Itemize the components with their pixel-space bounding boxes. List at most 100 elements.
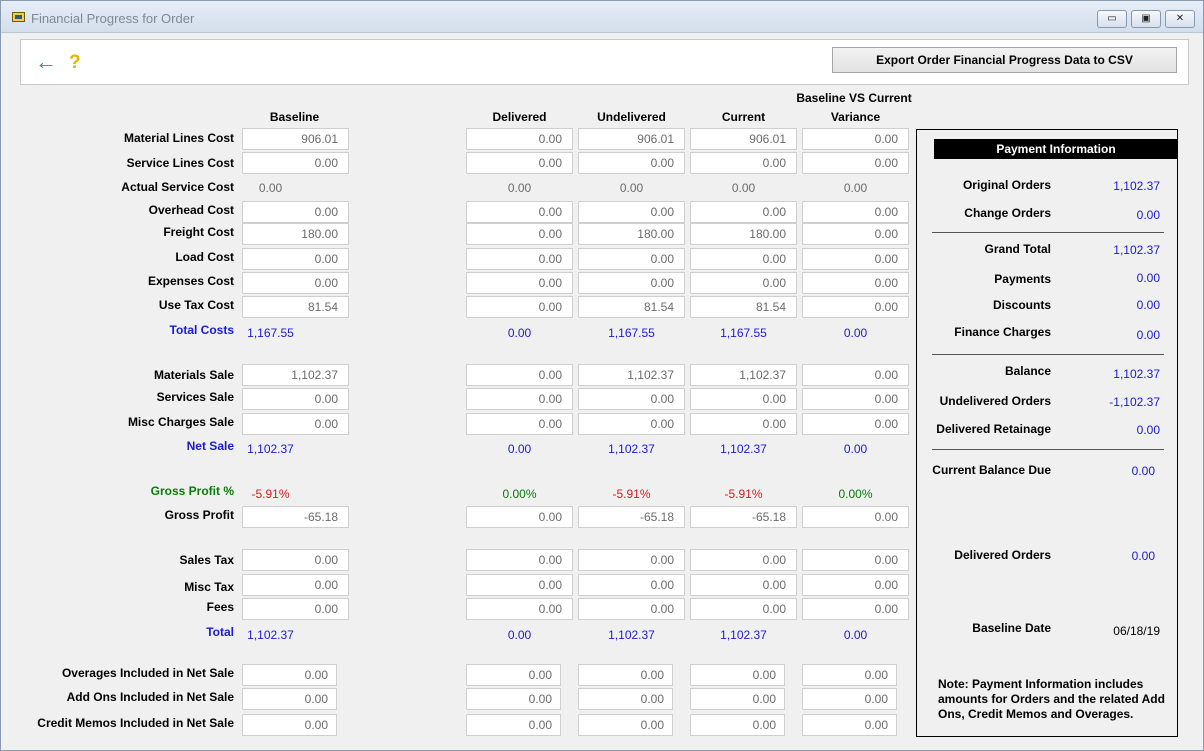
help-icon[interactable]: ? (69, 53, 81, 73)
gross-profit-label: Gross Profit (164, 508, 234, 522)
misc-tax-baseline-value[interactable]: 0.00 (242, 574, 349, 596)
expenses-cost-undelivered-value[interactable]: 0.00 (578, 272, 685, 294)
misc-tax-current-value[interactable]: 0.00 (690, 574, 797, 596)
misc-tax-delivered-value[interactable]: 0.00 (466, 574, 573, 596)
maximize-button[interactable]: ▣ (1131, 10, 1161, 28)
services-sale-delivered-value[interactable]: 0.00 (466, 388, 573, 410)
service-lines-cost-baseline-value[interactable]: 0.00 (242, 152, 349, 174)
gross-profit-current-value[interactable]: -65.18 (690, 506, 797, 528)
minimize-button[interactable]: ▭ (1097, 10, 1127, 28)
service-lines-cost-variance-value[interactable]: 0.00 (802, 152, 909, 174)
gross-profit-delivered-value[interactable]: 0.00 (466, 506, 573, 528)
freight-cost-variance-value[interactable]: 0.00 (802, 223, 909, 245)
service-lines-cost-current-value[interactable]: 0.00 (690, 152, 797, 174)
material-lines-cost-current-value[interactable]: 906.01 (690, 128, 797, 150)
fees-current-value[interactable]: 0.00 (690, 598, 797, 620)
sales-tax-delivered-value[interactable]: 0.00 (466, 549, 573, 571)
misc-tax-undelivered-value[interactable]: 0.00 (578, 574, 685, 596)
back-arrow-icon[interactable]: ← (35, 51, 57, 73)
materials-sale-current-value[interactable]: 1,102.37 (690, 364, 797, 386)
gross-profit-pct-delivered-value: 0.00% (502, 487, 537, 501)
expenses-cost-baseline-value[interactable]: 0.00 (242, 272, 349, 294)
material-lines-cost-delivered-value[interactable]: 0.00 (466, 128, 573, 150)
misc-charges-sale-current-value[interactable]: 0.00 (690, 413, 797, 435)
expenses-cost-delivered-value[interactable]: 0.00 (466, 272, 573, 294)
freight-cost-baseline-value[interactable]: 180.00 (242, 223, 349, 245)
freight-cost-undelivered-value[interactable]: 180.00 (578, 223, 685, 245)
credit-memos-baseline-value[interactable]: 0.00 (242, 714, 337, 736)
material-lines-cost-baseline-value[interactable]: 906.01 (242, 128, 349, 150)
add-ons-delivered-value[interactable]: 0.00 (466, 688, 561, 710)
add-ons-baseline-value[interactable]: 0.00 (242, 688, 337, 710)
expenses-cost-current-value[interactable]: 0.00 (690, 272, 797, 294)
credit-memos-current-value[interactable]: 0.00 (690, 714, 785, 736)
gross-profit-undelivered-value[interactable]: -65.18 (578, 506, 685, 528)
services-sale-baseline-value[interactable]: 0.00 (242, 388, 349, 410)
materials-sale-undelivered-value[interactable]: 1,102.37 (578, 364, 685, 386)
overages-current-value[interactable]: 0.00 (690, 664, 785, 686)
overages-variance-value[interactable]: 0.00 (802, 664, 897, 686)
use-tax-cost-baseline-value[interactable]: 81.54 (242, 296, 349, 318)
use-tax-cost-delivered-value[interactable]: 0.00 (466, 296, 573, 318)
material-lines-cost-undelivered-value[interactable]: 906.01 (578, 128, 685, 150)
export-csv-button[interactable]: Export Order Financial Progress Data to … (832, 47, 1177, 73)
overhead-cost-baseline-value[interactable]: 0.00 (242, 201, 349, 223)
overages-delivered-value[interactable]: 0.00 (466, 664, 561, 686)
overhead-cost-current-value[interactable]: 0.00 (690, 201, 797, 223)
service-lines-cost-label: Service Lines Cost (126, 156, 234, 170)
sales-tax-variance-value[interactable]: 0.00 (802, 549, 909, 571)
financial-progress-window: Financial Progress for Order ▭ ▣ ✕ ← ? E… (0, 0, 1204, 751)
services-sale-current-value[interactable]: 0.00 (690, 388, 797, 410)
misc-charges-sale-undelivered-value[interactable]: 0.00 (578, 413, 685, 435)
material-lines-cost-variance-value[interactable]: 0.00 (802, 128, 909, 150)
load-cost-variance-value[interactable]: 0.00 (802, 248, 909, 270)
add-ons-current-value[interactable]: 0.00 (690, 688, 785, 710)
original-orders-label: Original Orders (962, 178, 1051, 192)
misc-tax-variance-value[interactable]: 0.00 (802, 574, 909, 596)
overhead-cost-variance-value[interactable]: 0.00 (802, 201, 909, 223)
misc-charges-sale-baseline-value[interactable]: 0.00 (242, 413, 349, 435)
add-ons-undelivered-value[interactable]: 0.00 (578, 688, 673, 710)
total-undelivered-value: 1,102.37 (608, 628, 655, 642)
sales-tax-current-value[interactable]: 0.00 (690, 549, 797, 571)
freight-cost-current-value[interactable]: 180.00 (690, 223, 797, 245)
fees-variance-value[interactable]: 0.00 (802, 598, 909, 620)
services-sale-variance-value[interactable]: 0.00 (802, 388, 909, 410)
credit-memos-undelivered-value[interactable]: 0.00 (578, 714, 673, 736)
fees-undelivered-value[interactable]: 0.00 (578, 598, 685, 620)
use-tax-cost-variance-value[interactable]: 0.00 (802, 296, 909, 318)
overhead-cost-undelivered-value[interactable]: 0.00 (578, 201, 685, 223)
gross-profit-baseline-value[interactable]: -65.18 (242, 506, 349, 528)
load-cost-current-value[interactable]: 0.00 (690, 248, 797, 270)
freight-cost-delivered-value[interactable]: 0.00 (466, 223, 573, 245)
close-button[interactable]: ✕ (1165, 10, 1195, 28)
misc-charges-sale-variance-value[interactable]: 0.00 (802, 413, 909, 435)
gross-profit-variance-value[interactable]: 0.00 (802, 506, 909, 528)
overhead-cost-delivered-value[interactable]: 0.00 (466, 201, 573, 223)
overages-baseline-value[interactable]: 0.00 (242, 664, 337, 686)
sales-tax-undelivered-value[interactable]: 0.00 (578, 549, 685, 571)
overages-undelivered-value[interactable]: 0.00 (578, 664, 673, 686)
load-cost-undelivered-value[interactable]: 0.00 (578, 248, 685, 270)
materials-sale-baseline-value[interactable]: 1,102.37 (242, 364, 349, 386)
current-balance-due-value: 0.00 (1131, 464, 1155, 478)
services-sale-undelivered-value[interactable]: 0.00 (578, 388, 685, 410)
use-tax-cost-current-value[interactable]: 81.54 (690, 296, 797, 318)
credit-memos-variance-value[interactable]: 0.00 (802, 714, 897, 736)
expenses-cost-variance-value[interactable]: 0.00 (802, 272, 909, 294)
materials-sale-variance-value[interactable]: 0.00 (802, 364, 909, 386)
fees-baseline-value[interactable]: 0.00 (242, 598, 349, 620)
service-lines-cost-delivered-value[interactable]: 0.00 (466, 152, 573, 174)
load-cost-baseline-value[interactable]: 0.00 (242, 248, 349, 270)
service-lines-cost-undelivered-value[interactable]: 0.00 (578, 152, 685, 174)
misc-tax-label: Misc Tax (184, 580, 234, 594)
fees-delivered-value[interactable]: 0.00 (466, 598, 573, 620)
sales-tax-baseline-value[interactable]: 0.00 (242, 549, 349, 571)
delivered-orders-value: 0.00 (1131, 549, 1155, 563)
misc-charges-sale-delivered-value[interactable]: 0.00 (466, 413, 573, 435)
materials-sale-delivered-value[interactable]: 0.00 (466, 364, 573, 386)
load-cost-delivered-value[interactable]: 0.00 (466, 248, 573, 270)
use-tax-cost-undelivered-value[interactable]: 81.54 (578, 296, 685, 318)
add-ons-variance-value[interactable]: 0.00 (802, 688, 897, 710)
credit-memos-delivered-value[interactable]: 0.00 (466, 714, 561, 736)
